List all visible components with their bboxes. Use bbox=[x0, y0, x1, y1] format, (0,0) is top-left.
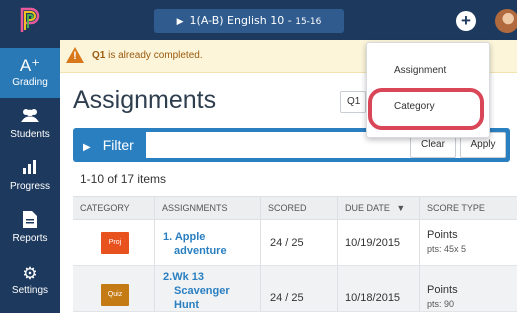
column-divider bbox=[260, 220, 261, 265]
powerschool-logo-icon bbox=[20, 7, 40, 32]
course-selector-button[interactable]: ▶ 1(A-B) English 10 - 15-16 bbox=[154, 9, 344, 33]
students-icon bbox=[0, 107, 60, 129]
filter-label: Filter bbox=[102, 137, 134, 153]
sidebar-item-grading[interactable]: A⁺ Grading bbox=[0, 48, 60, 98]
avatar[interactable] bbox=[495, 9, 517, 33]
page-title: Assignments bbox=[73, 86, 217, 114]
sidebar-item-label: Students bbox=[10, 129, 50, 140]
menu-item-assignment[interactable]: Assignment bbox=[367, 57, 489, 85]
assignment-link[interactable]: 2.Wk 13 Scavenger Hunt bbox=[163, 270, 230, 312]
column-divider bbox=[154, 220, 155, 265]
play-icon: ▶ bbox=[176, 17, 184, 27]
column-header-due-date[interactable]: DUE DATE ▼ bbox=[345, 197, 405, 219]
column-header-category[interactable]: CATEGORY bbox=[80, 197, 130, 219]
warning-mark: ! bbox=[73, 50, 77, 62]
progress-icon bbox=[0, 159, 60, 181]
sidebar-item-label: Grading bbox=[12, 77, 48, 88]
due-date-cell: 10/18/2015 bbox=[345, 292, 401, 304]
column-divider bbox=[337, 266, 338, 311]
sidebar-item-students[interactable]: Students bbox=[0, 100, 60, 150]
table-row[interactable]: Proj 1. Apple adventure 24 / 25 10/19/20… bbox=[73, 220, 517, 266]
score-type-label: Points bbox=[427, 284, 458, 296]
column-divider bbox=[154, 197, 155, 219]
column-divider bbox=[260, 266, 261, 311]
sidebar-item-label: Progress bbox=[9, 181, 50, 192]
sidebar-item-progress[interactable]: Progress bbox=[0, 152, 60, 202]
items-count: 1-10 of 17 items bbox=[80, 172, 167, 186]
column-divider bbox=[154, 266, 155, 311]
sort-descending-icon: ▼ bbox=[396, 203, 406, 213]
assignment-name-line: Apple bbox=[174, 231, 206, 243]
expand-triangle-icon: ▶ bbox=[83, 142, 91, 153]
course-label: 1(A-B) English 10 bbox=[189, 14, 285, 27]
category-badge: Quiz bbox=[101, 284, 129, 306]
column-header-assignments[interactable]: ASSIGNMENTS bbox=[162, 197, 228, 219]
sidebar-item-reports[interactable]: Reports bbox=[0, 204, 60, 254]
settings-icon: ⚙ bbox=[22, 264, 38, 283]
table-row[interactable]: Quiz 2.Wk 13 Scavenger Hunt 24 / 25 10/1… bbox=[73, 266, 517, 312]
assignment-name-line: Hunt bbox=[174, 299, 200, 311]
reports-icon bbox=[0, 211, 60, 233]
sidebar-item-label: Settings bbox=[11, 285, 49, 296]
table-header: CATEGORY ASSIGNMENTS SCORED DUE DATE ▼ S… bbox=[73, 196, 517, 220]
due-date-cell: 10/19/2015 bbox=[345, 237, 401, 249]
score-type-cell: Points pts: 45x 5 bbox=[427, 228, 466, 256]
filter-toggle[interactable]: ▶ Filter bbox=[83, 136, 134, 157]
highlight-ring bbox=[368, 88, 484, 130]
score-type-cell: Points pts: 90 bbox=[427, 283, 458, 311]
assignment-name-line: Scavenger bbox=[174, 285, 230, 297]
column-divider bbox=[419, 266, 420, 311]
assignment-link[interactable]: 1. Apple adventure bbox=[163, 230, 227, 258]
points-detail: pts: 45x 5 bbox=[427, 244, 467, 254]
alert-message: Q1 is already completed. bbox=[92, 50, 203, 61]
scored-cell: 24 / 25 bbox=[270, 237, 304, 249]
alert-term: Q1 bbox=[92, 50, 106, 61]
assignment-name-line: adventure bbox=[174, 245, 227, 257]
column-divider bbox=[337, 220, 338, 265]
column-header-score-type[interactable]: SCORE TYPE bbox=[427, 197, 485, 219]
column-divider bbox=[337, 197, 338, 219]
assignment-number: 1. bbox=[163, 231, 173, 243]
points-detail: pts: 90 bbox=[427, 299, 455, 309]
due-date-header-label: DUE DATE bbox=[345, 203, 390, 213]
sidebar: A⁺ Grading Students Progress Reports ⚙ S… bbox=[0, 0, 60, 313]
course-term: 15-16 bbox=[295, 17, 322, 27]
app-logo[interactable] bbox=[0, 0, 60, 40]
category-badge: Proj bbox=[101, 232, 129, 254]
top-bar: ▶ 1(A-B) English 10 - 15-16 + bbox=[60, 0, 517, 40]
sidebar-item-settings[interactable]: ⚙ Settings bbox=[0, 256, 60, 306]
column-divider bbox=[419, 197, 420, 219]
assignment-name-line: Wk 13 bbox=[172, 271, 204, 283]
assignment-number: 2. bbox=[163, 271, 173, 283]
column-divider bbox=[260, 197, 261, 219]
alert-text: is already completed. bbox=[105, 50, 203, 61]
grading-icon: A⁺ bbox=[19, 56, 41, 75]
scored-cell: 24 / 25 bbox=[270, 292, 304, 304]
add-icon[interactable]: + bbox=[456, 11, 476, 31]
score-type-label: Points bbox=[427, 229, 458, 241]
column-divider bbox=[419, 220, 420, 265]
app-window: A⁺ Grading Students Progress Reports ⚙ S… bbox=[0, 0, 517, 313]
term-select[interactable]: Q1 bbox=[340, 91, 366, 113]
column-header-scored[interactable]: SCORED bbox=[268, 197, 307, 219]
sidebar-item-label: Reports bbox=[12, 233, 48, 244]
